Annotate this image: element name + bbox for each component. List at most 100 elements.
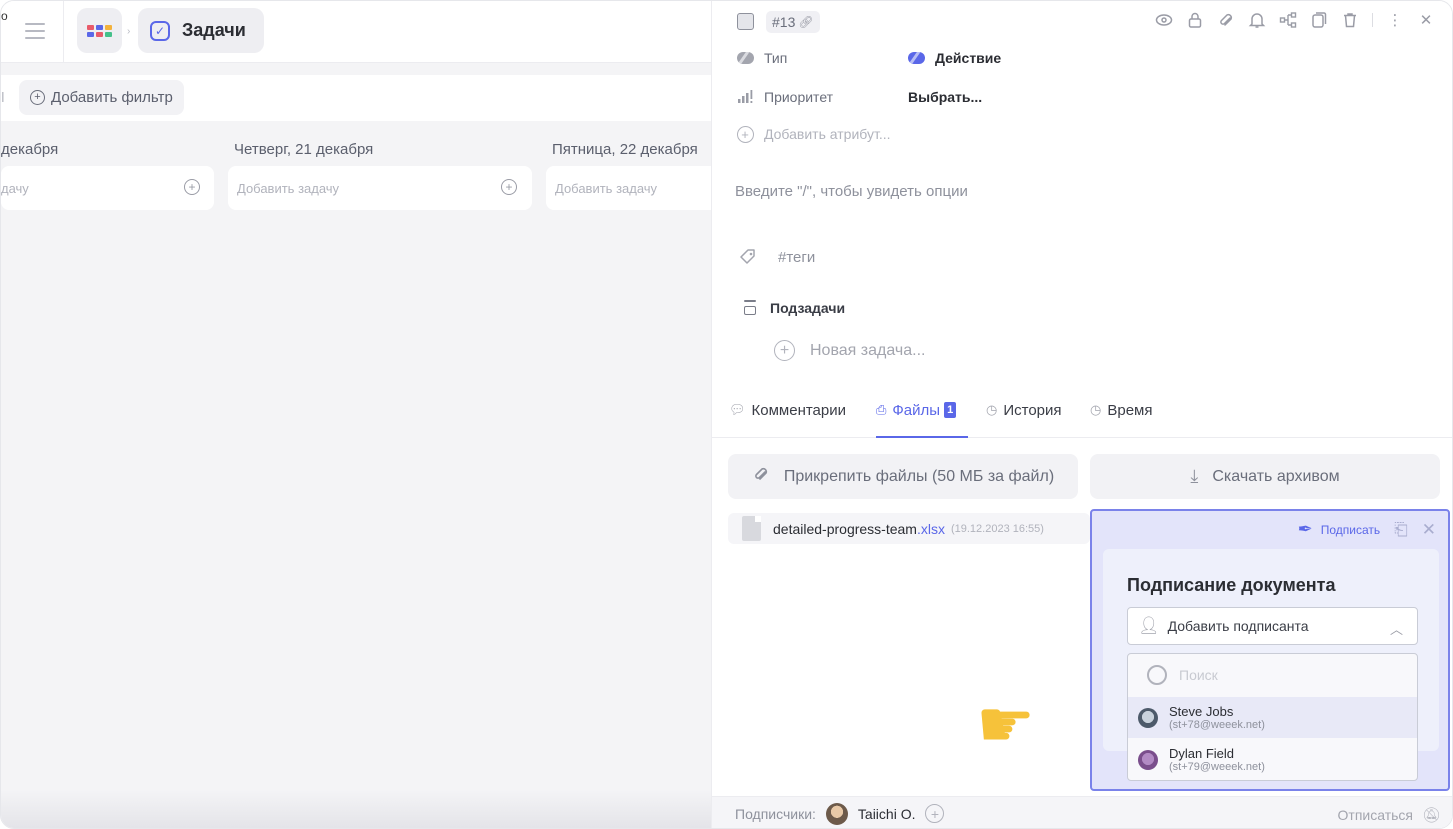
avatar [1138, 707, 1158, 728]
action-type-icon [908, 52, 925, 64]
bell-icon[interactable] [1248, 11, 1266, 29]
attribute-label: Тип [764, 50, 788, 66]
add-attribute-button[interactable]: + Добавить атрибут... [736, 125, 891, 143]
download-archive-label: Скачать архивом [1212, 467, 1340, 485]
link-icon[interactable]: 🔗︎ [798, 15, 813, 29]
download-archive-button[interactable]: ⤓ Скачать архивом [1090, 454, 1440, 499]
apps-grid-icon [87, 24, 112, 37]
add-filter-label: Добавить фильтр [51, 89, 173, 106]
search-input[interactable] [1179, 667, 1379, 683]
close-icon[interactable]: ✕ [1422, 520, 1436, 540]
add-user-icon: 👤︎ [1138, 616, 1160, 635]
task-id-badge[interactable]: #13 🔗︎ [766, 11, 820, 33]
chevron-up-icon: ︿ [1389, 622, 1403, 637]
app-window: о › ✓ Задачи ǀ + Добавить фильтр декабря… [0, 0, 1453, 829]
add-task-card[interactable]: Добавить задачу + [228, 166, 532, 210]
tab-time[interactable]: ◷ Время [1090, 402, 1152, 438]
tags-field[interactable]: #теги [738, 247, 815, 267]
stopwatch-icon: ◷ [1090, 402, 1102, 417]
file-name: detailed-progress-team.xlsx [773, 520, 945, 537]
download-tray-icon[interactable]: ⎗ [1394, 520, 1408, 540]
files-count-badge: 1 [944, 402, 957, 418]
copy-icon[interactable] [1310, 11, 1328, 29]
day-title: декабря [1, 141, 59, 158]
tab-label: Файлы [892, 402, 941, 419]
hierarchy-icon[interactable] [1279, 11, 1297, 29]
tab-label: Время [1107, 402, 1153, 419]
plus-icon[interactable]: + [501, 179, 517, 195]
filter-icon[interactable]: ǀ [1, 89, 9, 107]
more-vertical-icon[interactable]: ⋮ [1386, 11, 1404, 29]
day-title: Четверг, 21 декабря [234, 141, 374, 158]
header-actions: ⋮ ✕ [1155, 11, 1435, 29]
attribute-priority: Приоритет Выбрать... [736, 88, 982, 106]
filter-bar: ǀ + Добавить фильтр [1, 75, 711, 121]
tab-label: История [1003, 402, 1062, 419]
signer-dropdown: Steve Jobs (st+78@weeek.net) Dylan Field… [1127, 653, 1418, 781]
day-column: Четверг, 21 декабря [234, 141, 373, 158]
file-date: (19.12.2023 16:55) [950, 522, 1044, 535]
attribute-label: Приоритет [764, 89, 834, 105]
attach-files-button[interactable]: Прикрепить файлы (50 МБ за файл) [728, 454, 1078, 499]
file-actions: ✒︎ Подписать ⎗ ✕ [1298, 519, 1436, 540]
add-task-card[interactable]: Добавить задачу [546, 166, 711, 210]
apps-button[interactable] [77, 8, 122, 53]
unsubscribe-link[interactable]: Отписаться [1338, 807, 1413, 823]
plus-icon[interactable]: + [184, 179, 200, 195]
file-icon [742, 516, 761, 541]
plus-circle-icon: + [774, 340, 795, 361]
priority-bars-icon [736, 88, 754, 106]
trash-icon[interactable] [1341, 11, 1359, 29]
sign-label: Подписать [1320, 522, 1381, 537]
user-email: (st+78@weeek.net) [1169, 718, 1265, 731]
sign-button[interactable]: ✒︎ Подписать [1298, 519, 1381, 540]
bottom-shadow [1, 790, 711, 828]
day-title: Пятница, 22 декабря [552, 141, 698, 158]
day-column: Пятница, 22 декабря [552, 141, 698, 158]
board-area: о › ✓ Задачи ǀ + Добавить фильтр декабря… [1, 1, 711, 828]
close-icon[interactable]: ✕ [1417, 11, 1435, 29]
tab-bar: 💬︎ Комментарии ⎙ Файлы 1 ◷ История ◷ Вре… [712, 397, 1452, 438]
paperclip-icon[interactable] [1217, 11, 1235, 29]
add-subscriber-icon[interactable]: + [925, 804, 945, 823]
type-value[interactable]: Действие [908, 50, 1001, 66]
add-task-card[interactable]: дачу + [1, 166, 214, 210]
tab-history[interactable]: ◷ История [986, 402, 1062, 438]
document-icon [737, 13, 754, 30]
add-filter-button[interactable]: + Добавить фильтр [19, 80, 184, 115]
tab-comments[interactable]: 💬︎ Комментарии [729, 402, 846, 438]
add-attribute-label: Добавить атрибут... [764, 126, 891, 142]
avatar[interactable] [825, 802, 848, 825]
paperclip-icon: ⎙ [876, 402, 887, 417]
checkbox-icon: ✓ [150, 20, 170, 41]
file-sign-panel: ✒︎ Подписать ⎗ ✕ Подписание документа 👤︎… [1090, 509, 1450, 791]
lock-icon[interactable] [1186, 11, 1204, 29]
attach-files-label: Прикрепить файлы (50 МБ за файл) [783, 467, 1055, 485]
cut-off-text: о [1, 9, 8, 23]
new-subtask-button[interactable]: + Новая задача... [774, 340, 925, 361]
tab-files[interactable]: ⎙ Файлы 1 [876, 402, 968, 438]
user-option[interactable]: Steve Jobs (st+78@weeek.net) [1128, 697, 1417, 738]
avatar [1138, 749, 1158, 770]
add-signer-select[interactable]: 👤︎ Добавить подписанта ︿ [1127, 607, 1418, 645]
user-name: Dylan Field [1169, 745, 1235, 761]
tasks-label: Задачи [182, 20, 246, 40]
type-icon [736, 49, 754, 67]
subscribers-label: Подписчики: [735, 805, 816, 822]
subscribers-bar: Подписчики: Taiichi O. + Отписаться 🔕︎ [712, 796, 1452, 828]
comment-icon: 💬︎ [729, 402, 746, 417]
task-header: #13 🔗︎ ⋮ ✕ [712, 1, 1452, 45]
user-option[interactable]: Dylan Field (st+79@weeek.net) [1128, 739, 1417, 780]
description-editor[interactable]: Введите "/", чтобы увидеть опции [735, 183, 968, 200]
add-task-placeholder: дачу [1, 181, 29, 196]
paperclip-icon [752, 465, 770, 488]
bell-off-icon[interactable]: 🔕︎ [1422, 806, 1441, 824]
add-signer-label: Добавить подписанта [1167, 618, 1309, 634]
tasks-breadcrumb[interactable]: ✓ Задачи [138, 8, 264, 53]
menu-icon[interactable] [25, 23, 45, 39]
divider [63, 1, 64, 63]
priority-select[interactable]: Выбрать... [908, 89, 982, 105]
eye-icon[interactable] [1155, 11, 1173, 29]
subscriber-name: Taiichi O. [857, 805, 916, 822]
file-item[interactable]: detailed-progress-team.xlsx (19.12.2023 … [728, 513, 1090, 544]
